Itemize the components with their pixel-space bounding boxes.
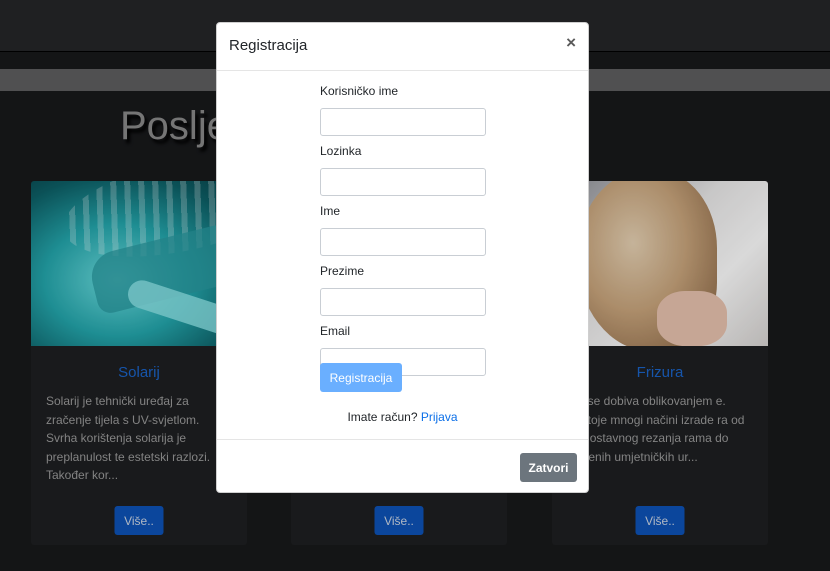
first-name-input[interactable]	[320, 228, 486, 256]
username-input[interactable]	[320, 108, 486, 136]
login-link[interactable]: Prijava	[421, 410, 458, 424]
username-label: Korisničko ime	[320, 84, 399, 98]
registration-form: Korisničko ime Lozinka Ime Prezime Email	[320, 84, 487, 384]
login-prompt: Imate račun?	[347, 410, 418, 424]
last-name-label: Prezime	[320, 264, 365, 278]
login-prompt-line: Imate račun? Prijava	[217, 410, 588, 424]
first-name-label: Ime	[320, 204, 341, 218]
password-input[interactable]	[320, 168, 486, 196]
modal-title: Registracija	[229, 37, 308, 54]
modal-header: Registracija ×	[217, 23, 588, 71]
close-icon[interactable]: ×	[566, 34, 576, 51]
password-label: Lozinka	[320, 144, 362, 158]
register-button[interactable]: Registracija	[320, 363, 402, 392]
registration-modal: Registracija × Korisničko ime Lozinka Im…	[216, 22, 589, 493]
modal-footer: Zatvori	[217, 439, 588, 493]
email-label: Email	[320, 324, 351, 338]
close-button[interactable]: Zatvori	[520, 453, 577, 482]
last-name-input[interactable]	[320, 288, 486, 316]
